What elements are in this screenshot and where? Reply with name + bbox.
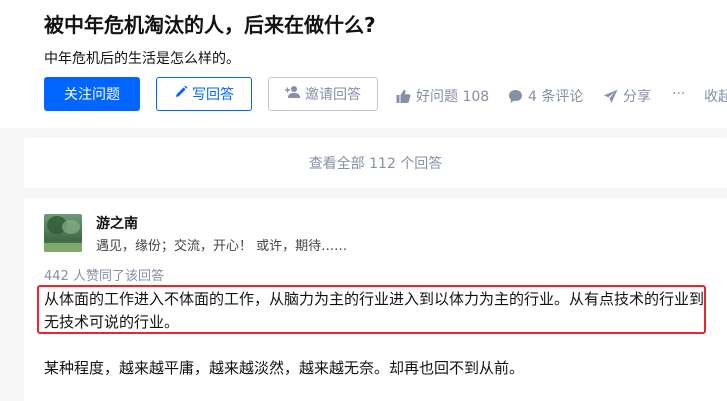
answer-card: 游之南 遇见，缘份；交流，开心！ 或许，期待…… 442 人赞同了该回答 从体面… bbox=[24, 198, 727, 401]
write-answer-label: 写回答 bbox=[192, 87, 234, 103]
author-bio: 遇见，缘份；交流，开心！ 或许，期待…… bbox=[96, 239, 348, 254]
follow-question-button[interactable]: 关注问题 bbox=[44, 77, 140, 111]
share-button[interactable]: 分享 bbox=[603, 86, 651, 106]
invite-answer-label: 邀请回答 bbox=[305, 87, 361, 103]
write-answer-button[interactable]: 写回答 bbox=[156, 77, 252, 111]
view-all-answers-link[interactable]: 查看全部 112 个回答 bbox=[24, 138, 727, 188]
comments-label: 4 条评论 bbox=[528, 89, 584, 105]
answer-paragraph: 某种程度，越来越平庸，越来越淡然，越来越无奈。却再也回不到从前。 bbox=[44, 359, 525, 377]
follow-question-label: 关注问题 bbox=[64, 87, 120, 103]
question-description: 中年危机后的生活是怎么样的。 bbox=[44, 51, 240, 67]
comments-button[interactable]: 4 条评论 bbox=[508, 86, 583, 106]
more-options-button[interactable]: ··· bbox=[672, 86, 685, 102]
thumbs-up-icon bbox=[396, 89, 411, 104]
invite-answer-button[interactable]: 邀请回答 bbox=[268, 77, 378, 111]
answer-paragraph: 从体面的工作进入不体面的工作，从脑力为主的行业进入到以体力为主的行业。从有点技术… bbox=[44, 290, 705, 331]
good-question-label: 好问题 108 bbox=[416, 89, 490, 105]
pencil-icon bbox=[174, 85, 188, 103]
question-title: 被中年危机淘汰的人，后来在做什么? bbox=[44, 13, 376, 37]
send-icon bbox=[603, 89, 618, 104]
view-all-answers-label: 查看全部 112 个回答 bbox=[308, 156, 443, 172]
share-label: 分享 bbox=[623, 89, 651, 105]
upvote-count: 442 人赞同了该回答 bbox=[44, 269, 164, 284]
more-icon: ··· bbox=[672, 86, 686, 102]
collapse-label: 收起 bbox=[704, 89, 727, 105]
comment-icon bbox=[508, 89, 523, 104]
good-question-button[interactable]: 好问题 108 bbox=[396, 86, 489, 106]
avatar[interactable] bbox=[44, 214, 82, 252]
add-user-icon bbox=[285, 85, 301, 103]
collapse-button[interactable]: 收起 bbox=[704, 86, 727, 106]
author-name[interactable]: 游之南 bbox=[96, 213, 138, 233]
question-header: 被中年危机淘汰的人，后来在做什么? 中年危机后的生活是怎么样的。 关注问题 写回… bbox=[0, 0, 727, 128]
